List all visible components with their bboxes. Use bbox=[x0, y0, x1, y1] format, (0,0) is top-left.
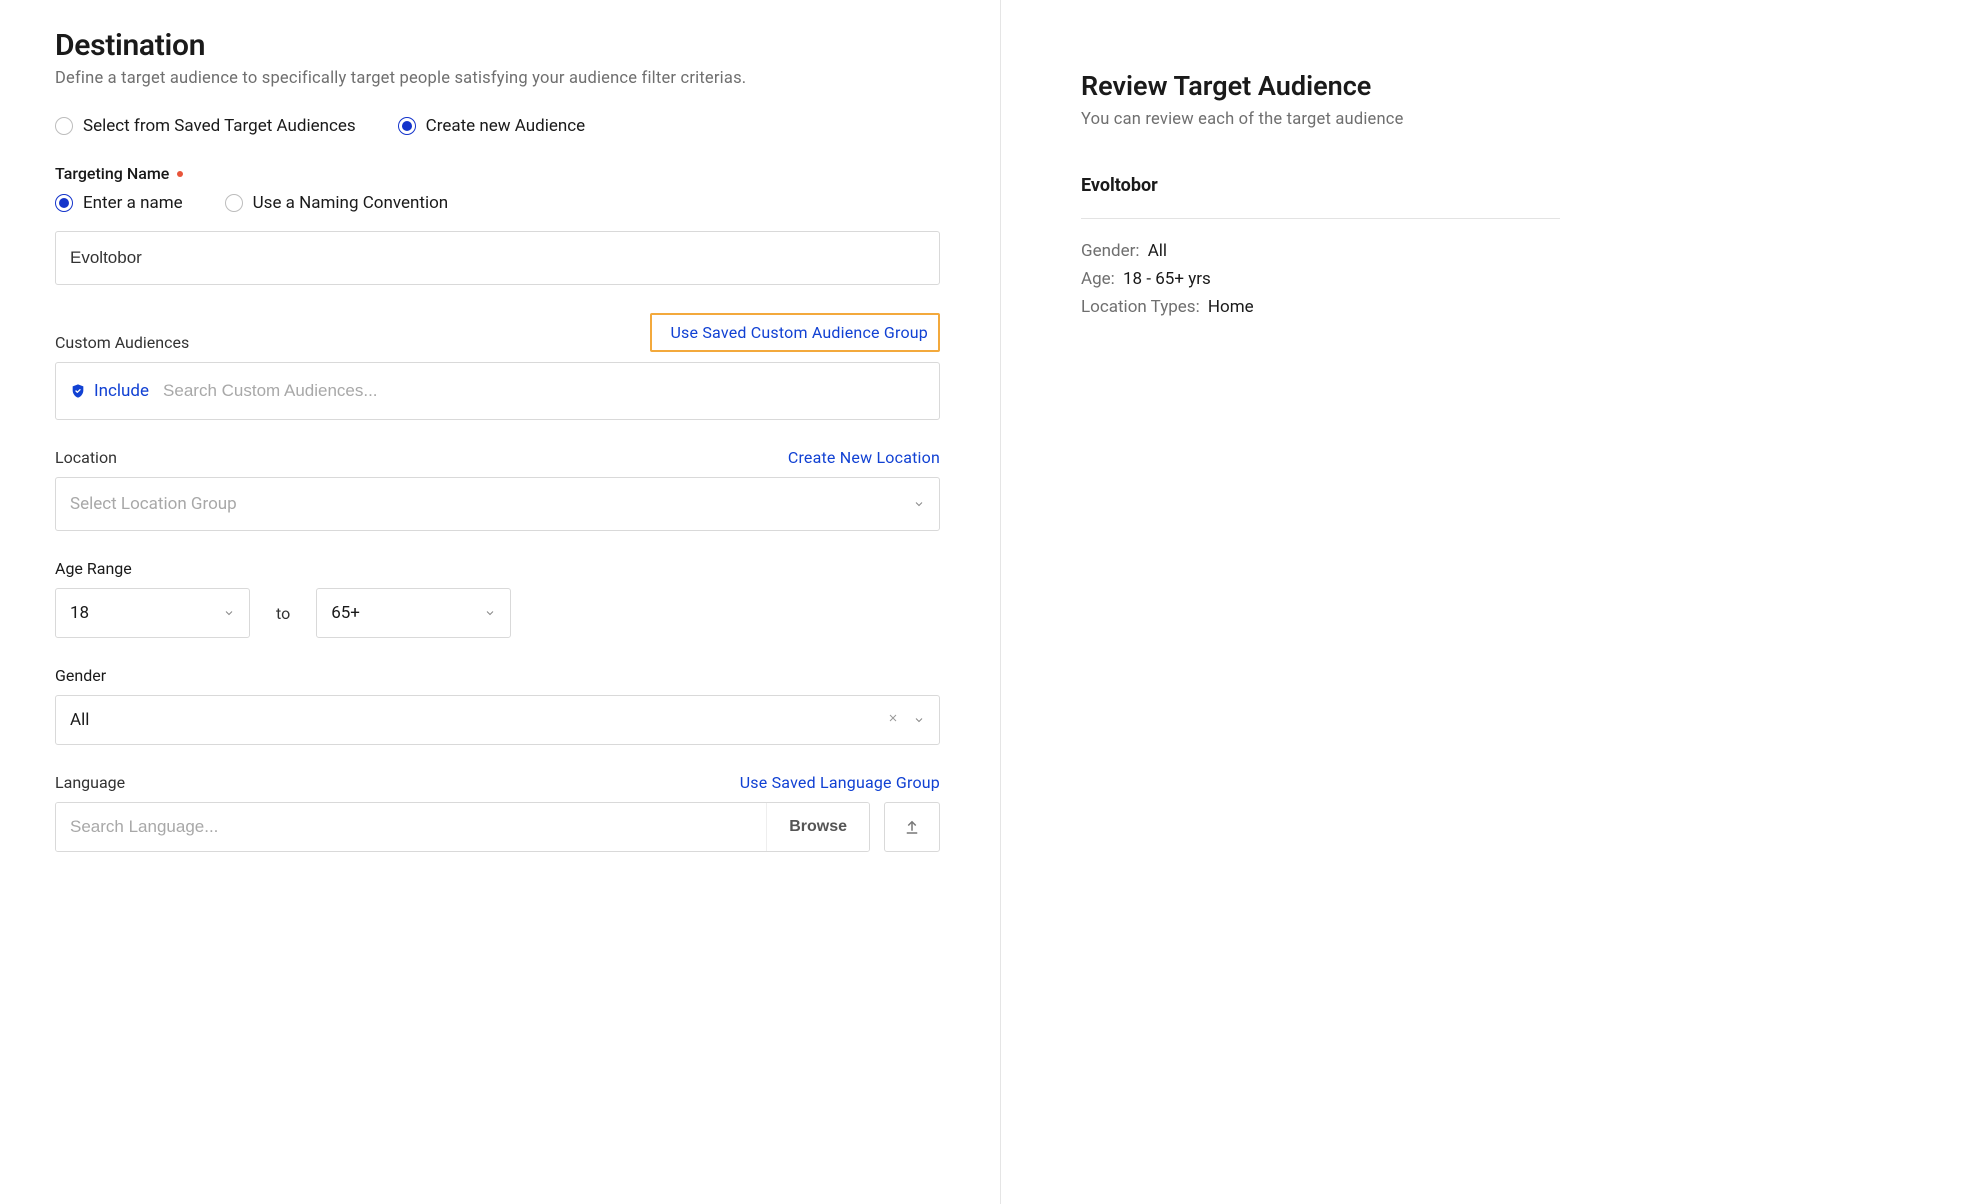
custom-audiences-search-input[interactable] bbox=[163, 377, 925, 405]
review-location-types: Location Types: Home bbox=[1081, 297, 1560, 317]
chevron-down-icon bbox=[913, 714, 925, 726]
radio-convention-label: Use a Naming Convention bbox=[253, 193, 449, 213]
custom-audiences-label: Custom Audiences bbox=[55, 333, 189, 352]
review-subtitle: You can review each of the target audien… bbox=[1081, 110, 1560, 129]
location-select[interactable]: Select Location Group bbox=[55, 477, 940, 531]
create-location-link[interactable]: Create New Location bbox=[788, 448, 940, 467]
use-saved-language-link[interactable]: Use Saved Language Group bbox=[740, 773, 940, 792]
radio-saved-audiences[interactable]: Select from Saved Target Audiences bbox=[55, 116, 356, 136]
language-search-input[interactable] bbox=[56, 803, 766, 851]
age-to-label: to bbox=[276, 604, 290, 623]
language-block: Language Use Saved Language Group Browse bbox=[55, 773, 940, 852]
upload-icon bbox=[903, 818, 921, 836]
radio-saved-label: Select from Saved Target Audiences bbox=[83, 116, 356, 136]
review-divider bbox=[1081, 218, 1560, 219]
review-gender-key: Gender: bbox=[1081, 241, 1139, 261]
review-age: Age: 18 - 65+ yrs bbox=[1081, 269, 1560, 289]
use-saved-ca-link[interactable]: Use Saved Custom Audience Group bbox=[670, 323, 928, 342]
review-gender: Gender: All bbox=[1081, 241, 1560, 261]
required-indicator-icon bbox=[177, 171, 183, 177]
page-subtitle: Define a target audience to specifically… bbox=[55, 69, 940, 88]
radio-naming-convention[interactable]: Use a Naming Convention bbox=[225, 193, 449, 213]
custom-audiences-input-box: Include bbox=[55, 362, 940, 420]
language-label: Language bbox=[55, 773, 125, 792]
radio-create-label: Create new Audience bbox=[426, 116, 586, 136]
location-placeholder: Select Location Group bbox=[70, 494, 237, 514]
upload-button[interactable] bbox=[884, 802, 940, 852]
radio-icon bbox=[225, 194, 243, 212]
targeting-name-block: Targeting Name Enter a name Use a Naming… bbox=[55, 164, 940, 285]
review-age-key: Age: bbox=[1081, 269, 1115, 289]
radio-enter-name[interactable]: Enter a name bbox=[55, 193, 183, 213]
main-form: Destination Define a target audience to … bbox=[0, 0, 1000, 1204]
gender-value: All bbox=[70, 710, 89, 730]
review-loc-key: Location Types: bbox=[1081, 297, 1200, 317]
targeting-name-label: Targeting Name bbox=[55, 164, 940, 183]
age-from-select[interactable]: 18 bbox=[55, 588, 250, 638]
close-icon bbox=[887, 712, 899, 724]
targeting-name-label-text: Targeting Name bbox=[55, 164, 169, 183]
browse-button[interactable]: Browse bbox=[766, 803, 869, 851]
location-label: Location bbox=[55, 448, 117, 467]
review-gender-value: All bbox=[1148, 241, 1167, 261]
radio-icon bbox=[55, 194, 73, 212]
gender-block: Gender All bbox=[55, 666, 940, 745]
include-toggle[interactable]: Include bbox=[70, 381, 149, 401]
age-to-value: 65+ bbox=[331, 603, 360, 623]
age-range-label: Age Range bbox=[55, 559, 940, 578]
location-block: Location Create New Location Select Loca… bbox=[55, 448, 940, 531]
chevron-down-icon bbox=[913, 498, 925, 510]
use-saved-ca-highlight: Use Saved Custom Audience Group bbox=[650, 313, 940, 352]
age-to-select[interactable]: 65+ bbox=[316, 588, 511, 638]
shield-check-icon bbox=[70, 382, 86, 400]
age-range-block: Age Range 18 to 65+ bbox=[55, 559, 940, 638]
custom-audiences-block: Custom Audiences Use Saved Custom Audien… bbox=[55, 313, 940, 420]
include-label: Include bbox=[94, 381, 149, 401]
review-sidebar: Review Target Audience You can review ea… bbox=[1000, 0, 1560, 1204]
clear-gender-button[interactable] bbox=[887, 712, 899, 728]
radio-icon bbox=[55, 117, 73, 135]
radio-enter-name-label: Enter a name bbox=[83, 193, 183, 213]
gender-select[interactable]: All bbox=[55, 695, 940, 745]
language-input-box: Browse bbox=[55, 802, 870, 852]
review-title: Review Target Audience bbox=[1081, 70, 1560, 102]
radio-icon bbox=[398, 117, 416, 135]
page-title: Destination bbox=[55, 28, 940, 63]
targeting-name-radios: Enter a name Use a Naming Convention bbox=[55, 193, 940, 213]
audience-source-radios: Select from Saved Target Audiences Creat… bbox=[55, 116, 940, 136]
chevron-down-icon bbox=[223, 607, 235, 619]
targeting-name-input[interactable] bbox=[55, 231, 940, 285]
age-from-value: 18 bbox=[70, 603, 89, 623]
review-audience-name: Evoltobor bbox=[1081, 175, 1560, 196]
gender-label: Gender bbox=[55, 666, 940, 685]
radio-create-audience[interactable]: Create new Audience bbox=[398, 116, 586, 136]
review-age-value: 18 - 65+ yrs bbox=[1123, 269, 1211, 289]
chevron-down-icon bbox=[484, 607, 496, 619]
review-loc-value: Home bbox=[1208, 297, 1254, 317]
